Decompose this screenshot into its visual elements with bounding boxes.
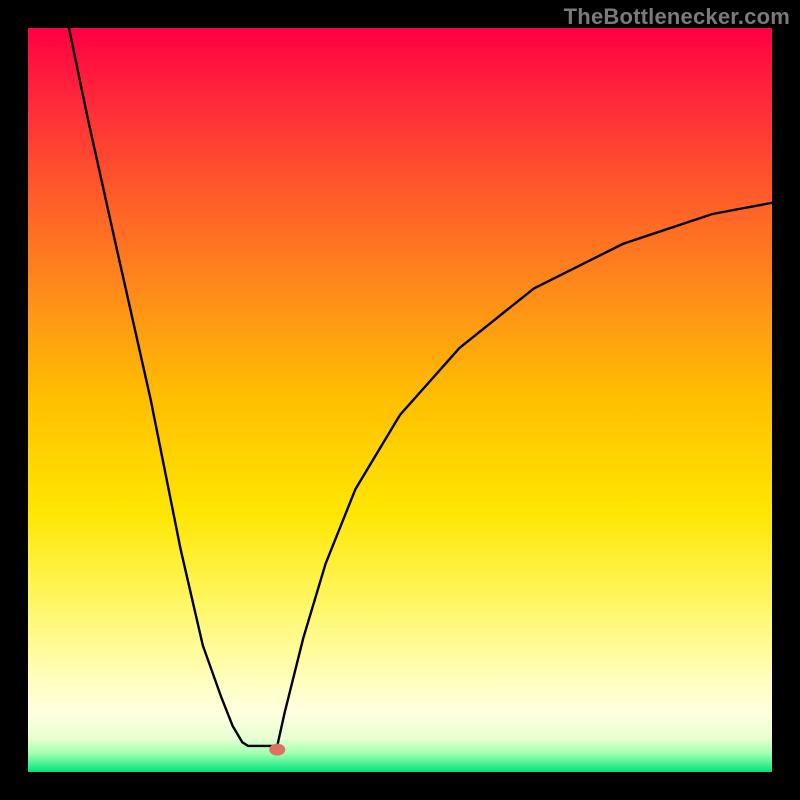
watermark-label: TheBottlenecker.com: [564, 4, 790, 30]
plot-area: [28, 28, 772, 772]
minimum-marker: [269, 744, 285, 756]
gradient-rect: [28, 28, 772, 772]
gradient-plot: [28, 28, 772, 772]
chart-frame: TheBottlenecker.com: [0, 0, 800, 800]
